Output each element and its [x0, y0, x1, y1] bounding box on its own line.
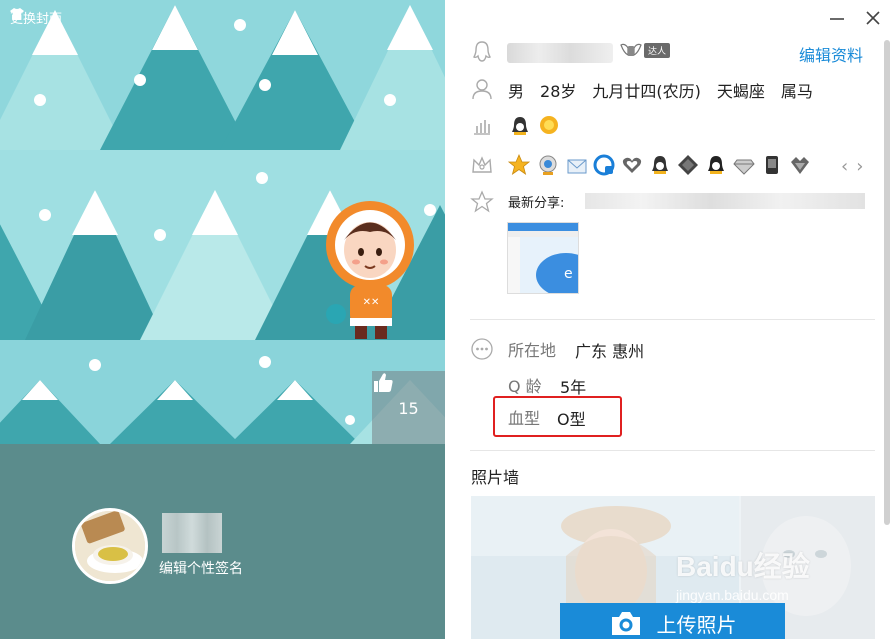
profile-info-panel: 达人 编辑资料 男 28岁 九月廿四(农历) 天蝎座 属马 ‹ › 最新分享: …: [445, 0, 893, 639]
penguin-badge-icon[interactable]: [649, 154, 671, 176]
zodiac-value: 天蝎座: [716, 82, 765, 101]
minimize-icon[interactable]: [827, 8, 847, 28]
location-label: 所在地: [508, 341, 557, 360]
avatar[interactable]: [72, 508, 148, 584]
daren-badge[interactable]: 达人: [619, 41, 671, 59]
close-icon[interactable]: [863, 8, 883, 28]
thumbs-up-icon: [374, 373, 393, 392]
tshirt-icon: [10, 8, 24, 20]
nickname-blurred: [162, 513, 222, 553]
gem-badge-icon[interactable]: [733, 154, 755, 176]
qq-nickname-blurred: [507, 43, 613, 63]
eye-badge-icon[interactable]: [537, 154, 559, 176]
penguin-black-badge-icon[interactable]: [705, 154, 727, 176]
upload-photo-label: 上传照片: [656, 612, 737, 637]
latest-share-label: 最新分享:: [508, 196, 565, 211]
change-cover-button[interactable]: 更换封面: [10, 8, 62, 27]
browser-badge-icon[interactable]: [593, 154, 615, 176]
profile-bar: [0, 444, 445, 639]
edit-profile-link[interactable]: 编辑资料: [799, 42, 863, 66]
more-dots-icon: [471, 338, 493, 360]
profile-cover-panel: ✕✕ 更换封面 15 编辑个性签名: [0, 0, 445, 639]
qage-label: Q 龄: [508, 377, 542, 396]
section-divider: [470, 450, 875, 451]
watermark-url: jingyan.baidu.com: [676, 587, 789, 603]
blood-type-highlight: [493, 396, 622, 437]
upload-photo-button[interactable]: 上传照片: [560, 603, 785, 639]
chinese-zodiac-value: 属马: [780, 82, 813, 101]
latest-share-thumbnail[interactable]: e: [507, 222, 579, 294]
edit-signature-link[interactable]: 编辑个性签名: [159, 558, 243, 578]
qq-penguin-icon: [473, 41, 491, 62]
scrollbar-thumb[interactable]: [884, 40, 890, 525]
cover-image: ✕✕ 更换封面 15: [0, 0, 445, 444]
camera-icon: [611, 612, 640, 635]
daren-tag: 达人: [644, 42, 671, 58]
profile-window: ✕✕ 更换封面 15 编辑个性签名 达人 编辑资料 男 28岁 九月廿四(农历)…: [0, 0, 893, 639]
heart-badge-icon[interactable]: [621, 154, 643, 176]
age-value: 28岁: [540, 82, 577, 101]
tea-cup-avatar-image: [75, 511, 145, 581]
location-value: 广东 惠州: [575, 342, 645, 361]
section-divider: [470, 319, 875, 320]
qage-value: 5年: [560, 378, 587, 397]
like-button[interactable]: 15: [372, 371, 445, 444]
crown-badge-icon[interactable]: [789, 154, 811, 176]
gender-value: 男: [508, 82, 525, 101]
mail-badge-icon[interactable]: [566, 155, 588, 177]
sun-level-icon[interactable]: [538, 114, 560, 136]
svg-text:e: e: [564, 266, 573, 282]
browser-screenshot-thumbnail: e: [508, 223, 578, 293]
svg-text:✕✕: ✕✕: [363, 297, 380, 308]
star-icon: [470, 190, 494, 213]
crown-icon: [472, 156, 492, 173]
watermark-brand: Baidu经验: [676, 551, 810, 582]
like-count: 15: [398, 399, 419, 418]
badge-prev-button[interactable]: ‹: [841, 156, 848, 177]
baidu-watermark: Baidu经验 jingyan.baidu.com: [676, 545, 810, 603]
level-chart-icon: [474, 120, 490, 135]
phone-badge-icon[interactable]: [761, 154, 783, 176]
basic-info-row: 男 28岁 九月廿四(农历) 天蝎座 属马: [508, 78, 813, 102]
badge-next-button[interactable]: ›: [856, 156, 863, 177]
photo-wall-title: 照片墙: [471, 468, 520, 487]
badge-nav-arrows: ‹ ›: [841, 156, 863, 177]
winged-badge-icon: [620, 43, 642, 56]
star-badge-icon[interactable]: [508, 154, 530, 176]
person-icon: [472, 79, 492, 100]
diamond-dark-badge-icon[interactable]: [677, 154, 699, 176]
latest-share-content-blurred[interactable]: [585, 193, 865, 209]
birthday-value: 九月廿四(农历): [592, 82, 701, 101]
penguin-level-icon[interactable]: [509, 115, 531, 137]
